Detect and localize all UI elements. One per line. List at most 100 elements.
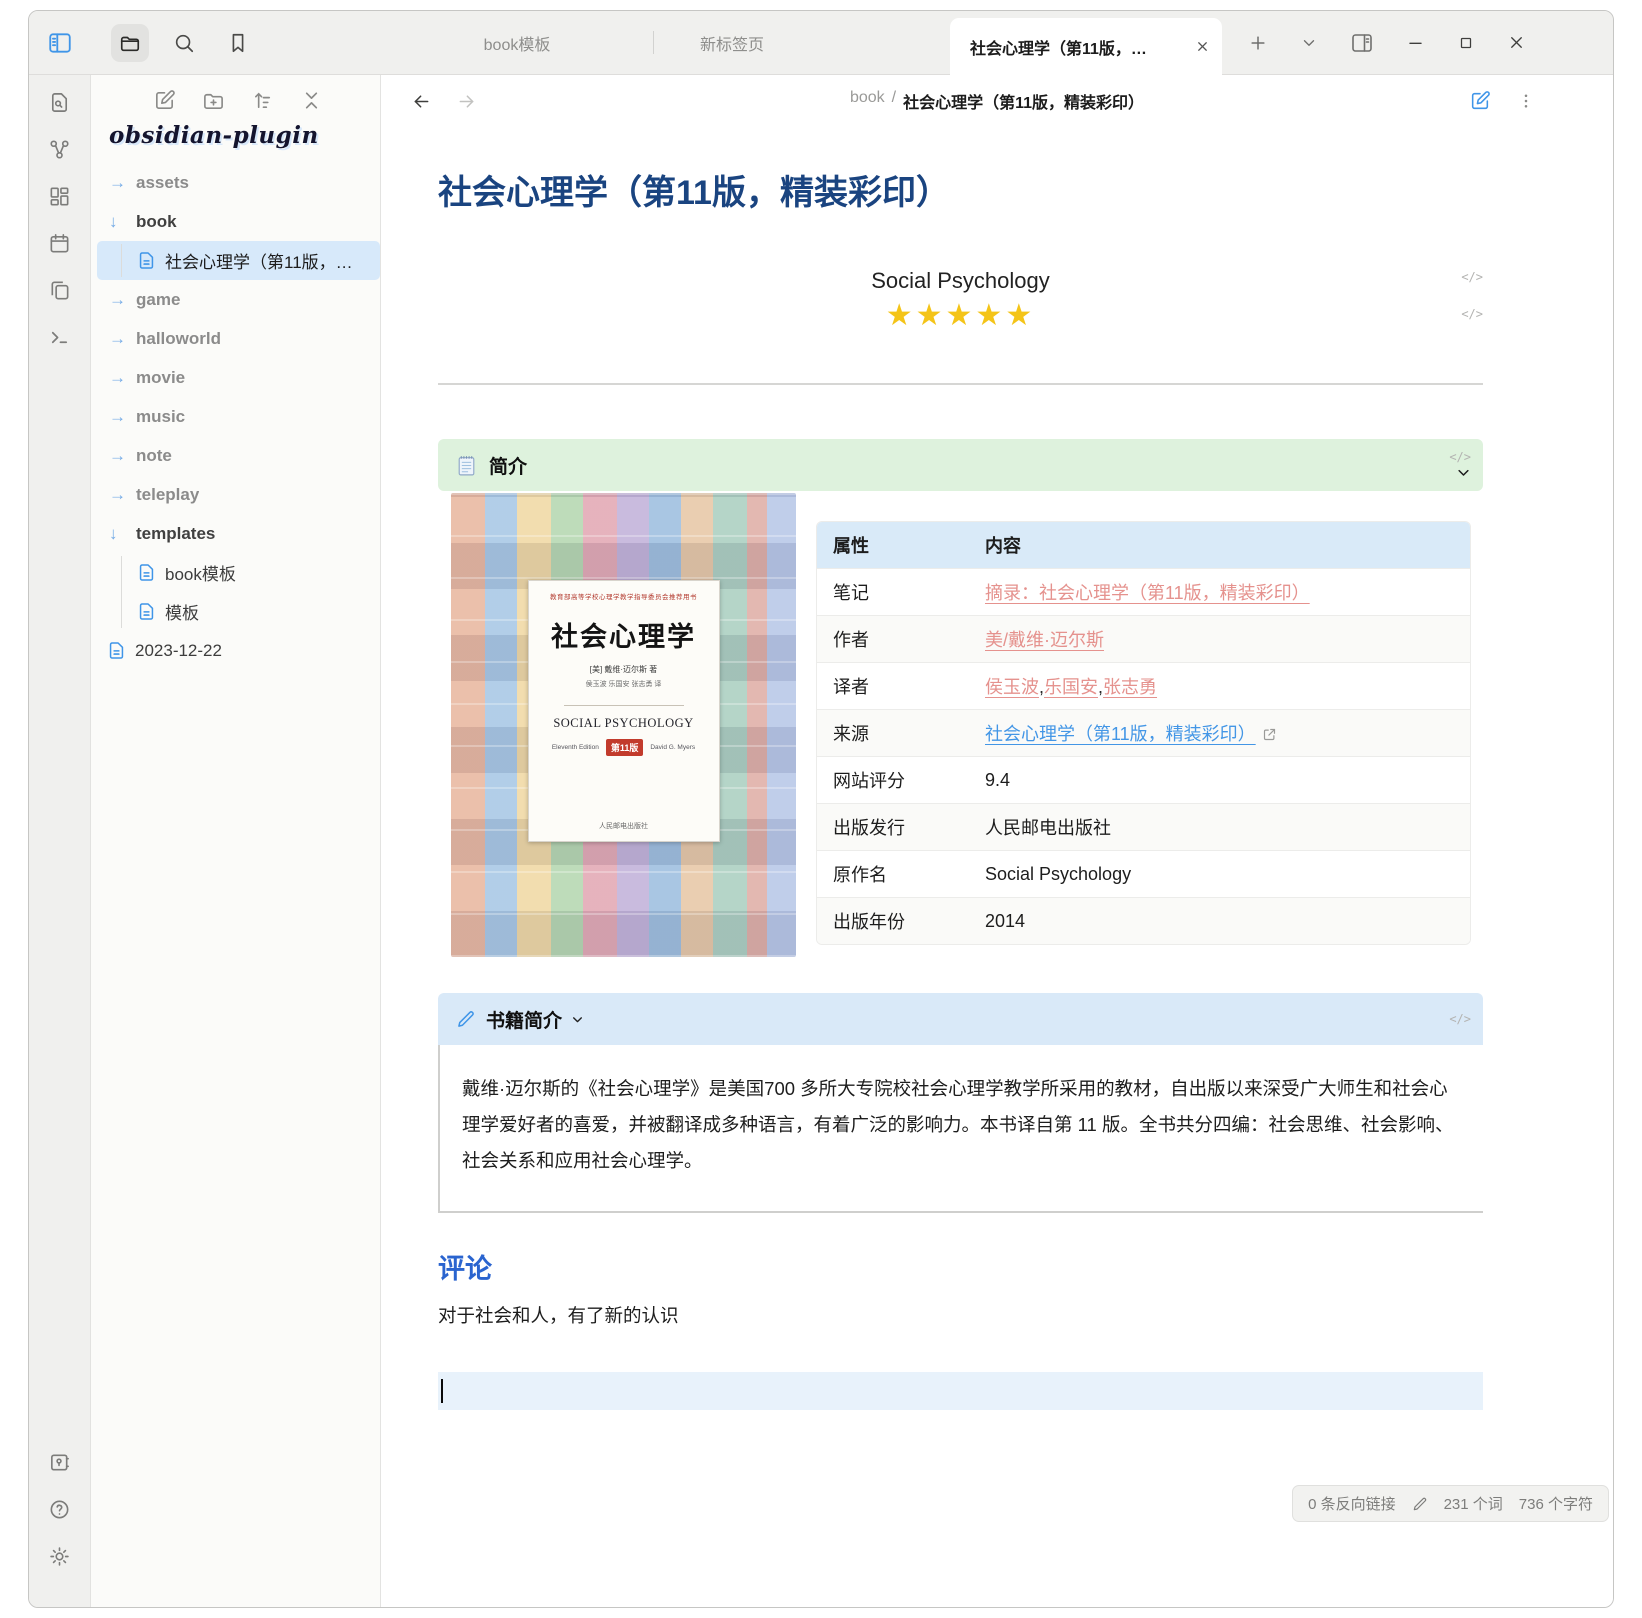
maximize-icon[interactable] (1457, 34, 1475, 52)
folder-templates[interactable]: ↓templates (97, 514, 380, 553)
source-external-link[interactable]: 社会心理学（第11版，精装彩印） (985, 724, 1256, 744)
new-tab-icon[interactable] (1248, 33, 1268, 53)
divider (438, 383, 1483, 385)
note-content: 社会心理学（第11版，精装彩印） Social Psychology ★★★★★… (381, 127, 1613, 1608)
intro-callout-header[interactable]: 简介 </> (438, 439, 1483, 491)
row-key: 原作名 (817, 851, 969, 898)
hero-block: Social Psychology ★★★★★ </> </> (438, 268, 1483, 333)
book-cover-image[interactable]: 教育部高等学校心理学教学指导委员会推荐用书 社会心理学 [美] 戴维·迈尔斯 著… (451, 493, 796, 957)
vault-switcher-icon[interactable] (48, 1450, 72, 1474)
folder-book[interactable]: ↓book (97, 202, 380, 241)
folder-music[interactable]: →music (97, 397, 380, 436)
collapse-chevron-icon[interactable] (1456, 465, 1471, 480)
minimize-icon[interactable] (1406, 33, 1425, 52)
tab-book-template[interactable]: book模板 (381, 11, 653, 74)
close-window-icon[interactable] (1507, 33, 1526, 52)
toggle-right-sidebar-icon[interactable] (1350, 31, 1374, 55)
edit-block-icon[interactable]: </> (1461, 307, 1483, 321)
tab-new-tab[interactable]: 新标签页 (654, 11, 950, 74)
edit-block-icon[interactable]: </> (1449, 1012, 1471, 1026)
row-key: 作者 (817, 616, 969, 663)
edit-mode-icon[interactable] (1469, 90, 1491, 112)
table-row: 笔记 摘录：社会心理学（第11版，精装彩印） (817, 569, 1470, 616)
back-icon[interactable] (411, 91, 432, 112)
more-options-icon[interactable] (1517, 92, 1535, 110)
document-icon (137, 251, 156, 270)
collapse-chevron-icon[interactable] (571, 1013, 584, 1026)
tab-active-note[interactable]: 社会心理学（第11版，… (950, 18, 1222, 75)
new-folder-icon[interactable] (202, 89, 225, 112)
edit-block-icon[interactable]: </> (1461, 270, 1483, 284)
table-row: 译者 侯玉波,乐国安,张志勇 (817, 663, 1470, 710)
forward-icon[interactable] (456, 91, 477, 112)
cover-translators: 侯玉波 乐国安 张志勇 译 (586, 679, 662, 689)
document-icon (107, 641, 126, 660)
quick-switcher-icon[interactable] (48, 90, 72, 114)
file-book-template[interactable]: book模板 (97, 553, 380, 592)
book-cover-center-panel: 教育部高等学校心理学教学指导委员会推荐用书 社会心理学 [美] 戴维·迈尔斯 著… (528, 580, 720, 842)
canvas-icon[interactable] (48, 184, 72, 208)
translator-internal-link[interactable]: 侯玉波 (985, 677, 1039, 697)
tab-label: 新标签页 (700, 31, 764, 55)
row-key: 笔记 (817, 569, 969, 616)
calendar-icon[interactable] (48, 231, 72, 255)
backlinks-count[interactable]: 0 条反向链接 (1308, 1493, 1396, 1514)
obsidian-window: book模板 新标签页 社会心理学（第11版，… (28, 10, 1614, 1608)
author-internal-link[interactable]: 美/戴维·迈尔斯 (985, 630, 1104, 650)
folder-halloworld[interactable]: →halloworld (97, 319, 380, 358)
files-tab-icon[interactable] (111, 24, 149, 62)
document-icon (137, 563, 156, 582)
folder-collapsed-arrow-icon: → (109, 173, 127, 193)
folder-game[interactable]: →game (97, 280, 380, 319)
graph-view-icon[interactable] (48, 137, 72, 161)
window-controls (1222, 11, 1613, 74)
folder-collapsed-arrow-icon: → (109, 485, 127, 505)
intro-callout-title: 简介 (489, 452, 527, 479)
folder-teleplay[interactable]: →teleplay (97, 475, 380, 514)
row-key: 出版年份 (817, 898, 969, 945)
char-count: 736 个字符 (1519, 1493, 1593, 1514)
file-current-note[interactable]: 社会心理学（第11版，… (97, 241, 380, 280)
active-editor-line[interactable] (438, 1372, 1483, 1410)
folder-note[interactable]: →note (97, 436, 380, 475)
translator-internal-link[interactable]: 张志勇 (1103, 677, 1157, 697)
summary-callout-header[interactable]: 书籍简介 </> (438, 993, 1483, 1045)
folder-expanded-arrow-icon: ↓ (109, 524, 127, 544)
breadcrumb-folder[interactable]: book (850, 89, 885, 113)
tab-close-icon[interactable] (1195, 39, 1210, 54)
toggle-left-sidebar-icon[interactable] (47, 30, 73, 56)
templates-icon[interactable] (48, 278, 72, 302)
file-template[interactable]: 模板 (97, 592, 380, 631)
vault-title[interactable]: obsidian-plugin (109, 122, 380, 149)
folder-assets[interactable]: →assets (97, 163, 380, 202)
note-internal-link[interactable]: 摘录：社会心理学（第11版，精装彩印） (985, 583, 1310, 603)
col-content: 内容 (969, 522, 1470, 569)
table-row: 来源 社会心理学（第11版，精装彩印） (817, 710, 1470, 757)
editor-pane: book / 社会心理学（第11版，精装彩印） 社会心理学（第11版，精装彩印）… (381, 75, 1613, 1608)
properties-table: 属性 内容 笔记 摘录：社会心理学（第11版，精装彩印） (816, 521, 1471, 945)
folder-collapsed-arrow-icon: → (109, 446, 127, 466)
star-rating[interactable]: ★★★★★ (438, 298, 1483, 333)
text-cursor (441, 1379, 443, 1403)
edit-block-icon[interactable]: </> (1449, 450, 1471, 464)
collapse-all-icon[interactable] (300, 89, 323, 112)
tab-list-chevron-icon[interactable] (1300, 34, 1318, 52)
tab-strip: book模板 新标签页 社会心理学（第11版，… (381, 11, 1613, 74)
help-icon[interactable] (48, 1497, 72, 1521)
row-key: 来源 (817, 710, 969, 757)
file-daily-note[interactable]: 2023-12-22 (97, 631, 380, 670)
new-note-icon[interactable] (153, 89, 176, 112)
cover-author: [美] 戴维·迈尔斯 著 (590, 664, 658, 675)
terminal-icon[interactable] (48, 325, 72, 349)
bookmarks-tab-icon[interactable] (219, 24, 257, 62)
folder-movie[interactable]: →movie (97, 358, 380, 397)
translator-internal-link[interactable]: 乐国安 (1044, 677, 1098, 697)
table-row: 出版年份 2014 (817, 898, 1470, 945)
breadcrumb-file[interactable]: 社会心理学（第11版，精装彩印） (903, 89, 1144, 113)
comments-text: 对于社会和人，有了新的认识 (438, 1302, 1483, 1328)
folder-collapsed-arrow-icon: → (109, 368, 127, 388)
search-tab-icon[interactable] (165, 24, 203, 62)
sort-order-icon[interactable] (251, 89, 274, 112)
file-explorer: obsidian-plugin →assets ↓book 社会心理学（第11版… (91, 75, 381, 1608)
settings-gear-icon[interactable] (48, 1544, 72, 1568)
